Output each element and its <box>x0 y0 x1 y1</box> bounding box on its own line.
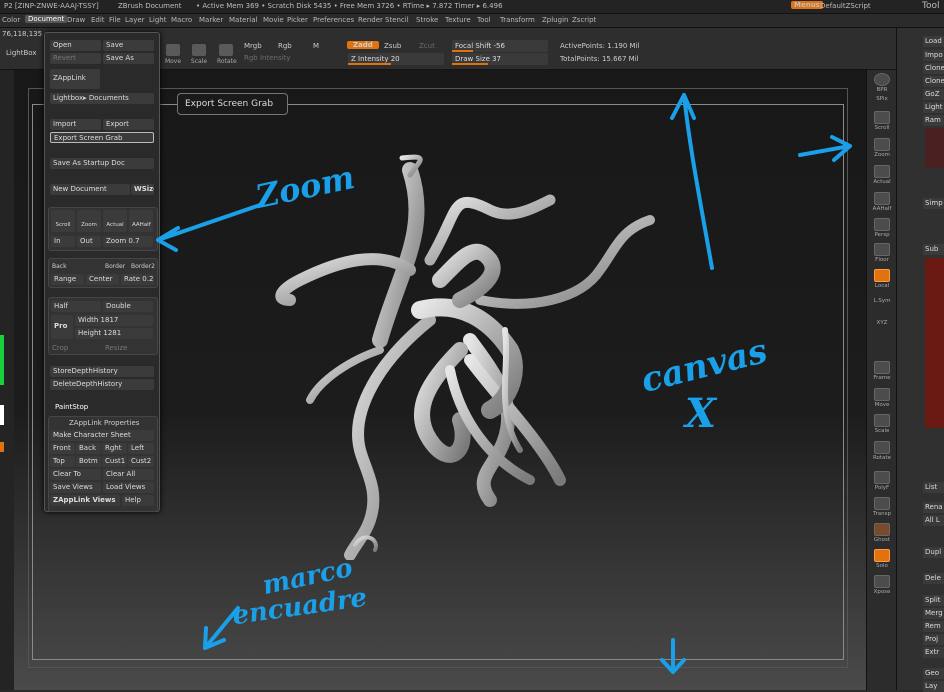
zoom-arrow <box>156 203 262 252</box>
up-arrow <box>670 93 714 270</box>
right-arrow <box>798 135 852 162</box>
canvas-annotation-mark: X <box>685 390 717 437</box>
down-arrow <box>660 638 686 674</box>
annotation-overlay <box>156 93 852 674</box>
